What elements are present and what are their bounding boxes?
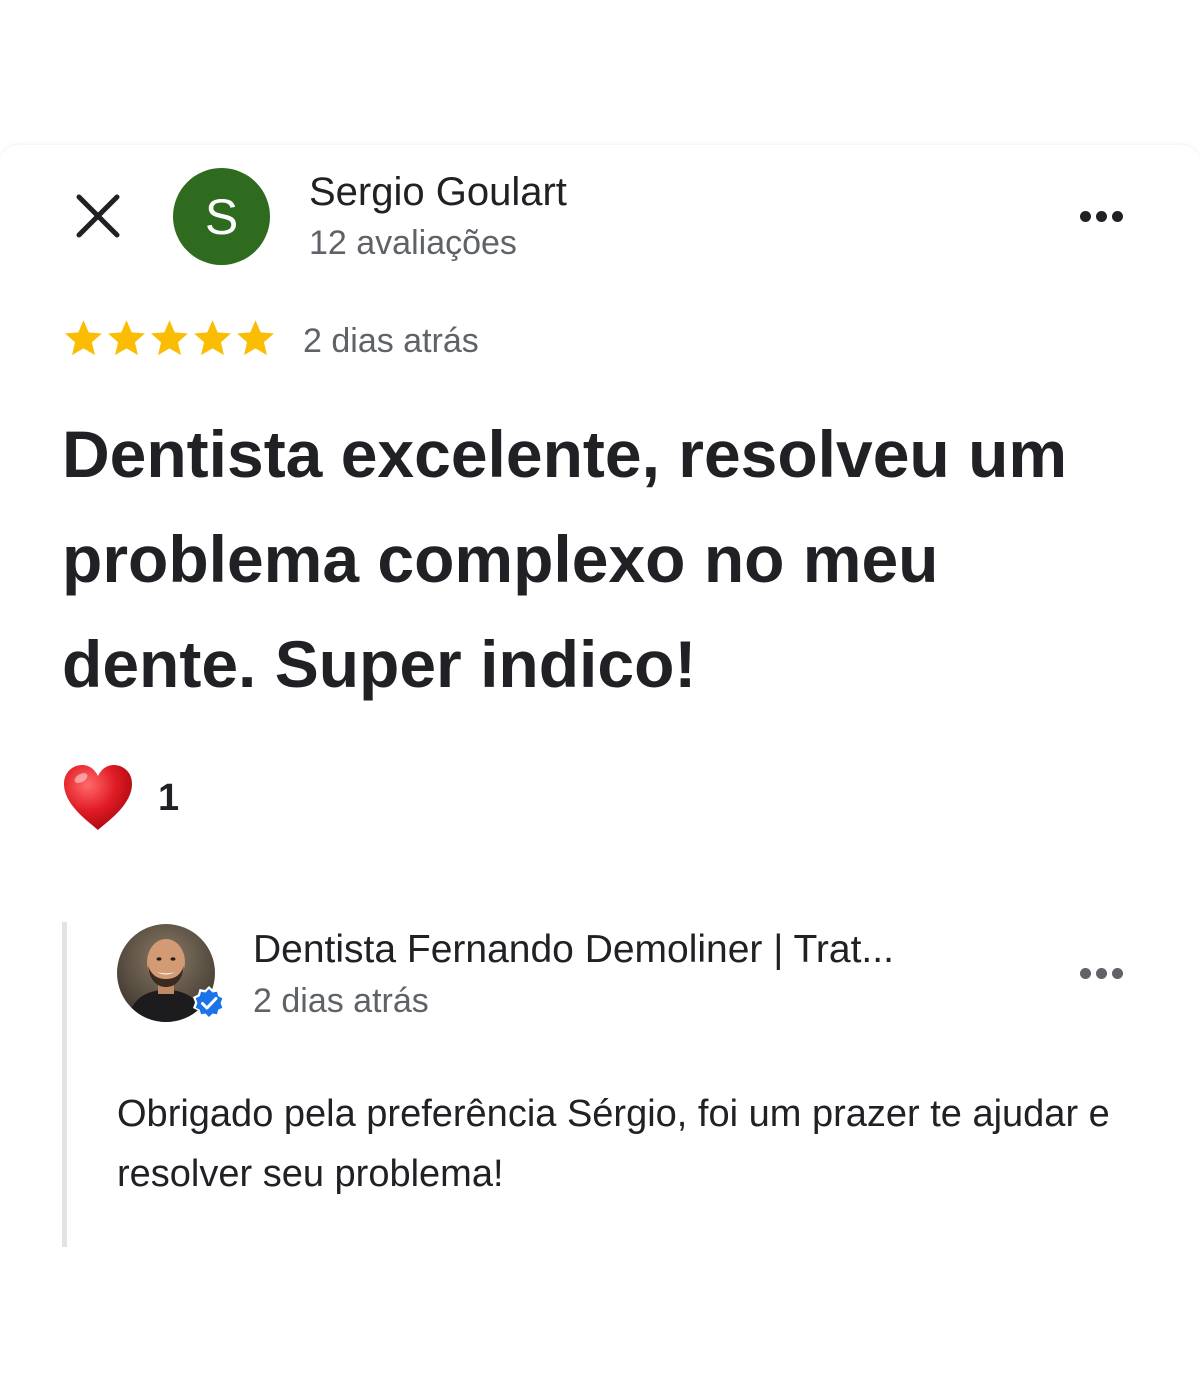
reaction-button[interactable]: 1 xyxy=(62,764,179,832)
review-date: 2 dias atrás xyxy=(303,322,479,360)
review-more-button[interactable] xyxy=(1069,196,1133,236)
star-icon xyxy=(237,320,274,356)
owner-name[interactable]: Dentista Fernando Demoliner | Trat... xyxy=(253,928,894,972)
star-icon xyxy=(65,320,102,356)
owner-reply-text: Obrigado pela preferência Sérgio, foi um… xyxy=(117,1093,1110,1195)
reaction-count: 1 xyxy=(158,776,180,819)
star-icon xyxy=(151,320,188,356)
reviewer-name[interactable]: Sergio Goulart xyxy=(309,170,567,215)
reply-divider xyxy=(62,922,67,1247)
heart-icon xyxy=(64,765,132,830)
more-horizontal-icon xyxy=(1079,967,1091,979)
verified-badge-icon xyxy=(193,986,225,1020)
close-icon xyxy=(76,194,120,238)
reply-more-button[interactable] xyxy=(1069,953,1133,993)
star-rating xyxy=(62,317,277,360)
more-horizontal-icon xyxy=(1079,210,1091,222)
close-button[interactable] xyxy=(66,184,130,248)
reviewer-avatar[interactable]: S xyxy=(173,168,270,265)
review-text: Dentista excelente, resolveu um problema… xyxy=(62,417,1068,701)
owner-reply-date: 2 dias atrás xyxy=(253,982,429,1020)
star-icon xyxy=(194,320,231,356)
star-icon xyxy=(108,320,145,356)
reviewer-initial: S xyxy=(204,188,239,245)
reviewer-review-count: 12 avaliações xyxy=(309,224,517,262)
